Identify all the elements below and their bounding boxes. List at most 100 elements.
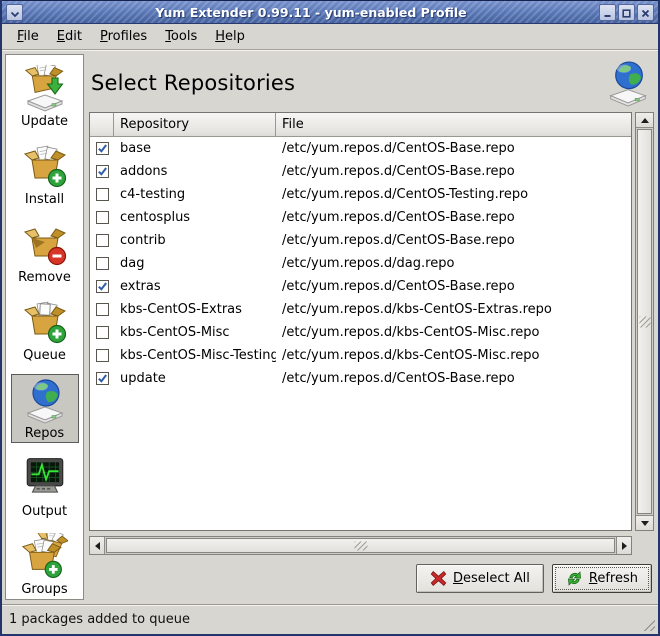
repo-name-cell: contrib — [114, 233, 276, 248]
menu-edit[interactable]: Edit — [48, 26, 91, 47]
table-header-row: Repository File — [90, 113, 631, 137]
sidebar-item-output[interactable]: Output — [11, 452, 79, 521]
resize-grip-icon[interactable] — [641, 617, 655, 631]
scroll-left-button[interactable] — [90, 537, 105, 554]
page-title: Select Repositories — [91, 71, 295, 95]
repo-row[interactable]: base/etc/yum.repos.d/CentOS-Base.repo — [90, 137, 631, 160]
repo-checkbox-cell — [90, 372, 114, 385]
sidebar-item-groups[interactable]: Groups — [11, 530, 79, 599]
column-header-repository[interactable]: Repository — [114, 113, 276, 137]
sidebar-item-label: Remove — [18, 270, 71, 285]
groups-icon — [22, 533, 68, 580]
repo-file-cell: /etc/yum.repos.d/CentOS-Base.repo — [276, 164, 631, 179]
repo-row[interactable]: centosplus/etc/yum.repos.d/CentOS-Base.r… — [90, 206, 631, 229]
scroll-up-button[interactable] — [636, 113, 653, 128]
repo-file-cell: /etc/yum.repos.d/CentOS-Base.repo — [276, 371, 631, 386]
window-menu-button[interactable] — [6, 4, 23, 21]
repo-row[interactable]: c4-testing/etc/yum.repos.d/CentOS-Testin… — [90, 183, 631, 206]
sidebar-item-label: Update — [21, 114, 68, 129]
repo-row[interactable]: extras/etc/yum.repos.d/CentOS-Base.repo — [90, 275, 631, 298]
repo-checkbox[interactable] — [96, 257, 109, 270]
refresh-button[interactable]: Refresh — [552, 564, 652, 593]
sidebar-item-label: Groups — [21, 582, 67, 597]
minimize-button[interactable] — [599, 4, 616, 21]
horizontal-scrollbar[interactable] — [89, 536, 632, 555]
sidebar-item-remove[interactable]: Remove — [11, 218, 79, 287]
repo-checkbox-cell — [90, 349, 114, 362]
repo-name-cell: c4-testing — [114, 187, 276, 202]
repo-name-cell: update — [114, 371, 276, 386]
content: Update Install Remove Queue Repos Output Group… — [2, 50, 658, 604]
repo-file-cell: /etc/yum.repos.d/CentOS-Base.repo — [276, 141, 631, 156]
sidebar-item-repos[interactable]: Repos — [11, 374, 79, 443]
repo-row[interactable]: kbs-CentOS-Extras/etc/yum.repos.d/kbs-Ce… — [90, 298, 631, 321]
refresh-icon — [566, 570, 583, 587]
repo-checkbox[interactable] — [96, 211, 109, 224]
repo-row[interactable]: contrib/etc/yum.repos.d/CentOS-Base.repo — [90, 229, 631, 252]
horizontal-scrollbar-thumb[interactable] — [106, 538, 615, 553]
button-label: Deselect All — [453, 571, 530, 586]
sidebar-item-install[interactable]: Install — [11, 140, 79, 209]
status-text: 1 packages added to queue — [9, 612, 190, 627]
repo-checkbox[interactable] — [96, 326, 109, 339]
scroll-down-button[interactable] — [636, 515, 653, 530]
button-label: Refresh — [589, 571, 638, 586]
repo-checkbox[interactable] — [96, 349, 109, 362]
repo-row[interactable]: kbs-CentOS-Misc/etc/yum.repos.d/kbs-Cent… — [90, 321, 631, 344]
deselect-all-button[interactable]: Deselect All — [416, 564, 544, 593]
repo-file-cell: /etc/yum.repos.d/kbs-CentOS-Extras.repo — [276, 302, 631, 317]
scroll-right-button[interactable] — [616, 537, 631, 554]
menu-help[interactable]: Help — [206, 26, 254, 47]
yum-extender-window: Yum Extender 0.99.11 - yum-enabled Profi… — [0, 0, 660, 636]
menu-profiles[interactable]: Profiles — [91, 26, 156, 47]
repo-checkbox[interactable] — [96, 372, 109, 385]
vertical-scrollbar[interactable] — [635, 112, 654, 531]
repo-checkbox[interactable] — [96, 280, 109, 293]
main-panel: Select Repositories Repository File base… — [89, 54, 654, 600]
repo-checkbox[interactable] — [96, 303, 109, 316]
close-button[interactable] — [637, 4, 654, 21]
main-header: Select Repositories — [89, 54, 654, 112]
repo-file-cell: /etc/yum.repos.d/kbs-CentOS-Misc.repo — [276, 348, 631, 363]
repo-row[interactable]: dag/etc/yum.repos.d/dag.repo — [90, 252, 631, 275]
column-header-checkbox[interactable] — [90, 113, 114, 137]
repo-file-cell: /etc/yum.repos.d/CentOS-Base.repo — [276, 210, 631, 225]
sidebar-item-queue[interactable]: Queue — [11, 296, 79, 365]
maximize-button[interactable] — [618, 4, 635, 21]
window-title: Yum Extender 0.99.11 - yum-enabled Profi… — [23, 5, 599, 20]
repo-checkbox[interactable] — [96, 142, 109, 155]
repo-checkbox-cell — [90, 326, 114, 339]
menu-tools[interactable]: Tools — [156, 26, 206, 47]
repo-file-cell: /etc/yum.repos.d/dag.repo — [276, 256, 631, 271]
repo-file-cell: /etc/yum.repos.d/CentOS-Base.repo — [276, 233, 631, 248]
repo-name-cell: kbs-CentOS-Misc-Testing — [114, 348, 276, 363]
arrow-down-icon — [641, 521, 649, 526]
titlebar[interactable]: Yum Extender 0.99.11 - yum-enabled Profi… — [2, 0, 658, 24]
sidebar-item-update[interactable]: Update — [11, 62, 79, 131]
repo-name-cell: addons — [114, 164, 276, 179]
statusbar: 1 packages added to queue — [2, 604, 658, 634]
arrow-up-icon — [641, 118, 649, 123]
repo-checkbox-cell — [90, 303, 114, 316]
chevron-down-icon — [10, 3, 20, 22]
repo-checkbox[interactable] — [96, 234, 109, 247]
repos-icon — [22, 377, 68, 424]
repo-file-cell: /etc/yum.repos.d/kbs-CentOS-Misc.repo — [276, 325, 631, 340]
arrow-left-icon — [95, 542, 100, 550]
repo-checkbox[interactable] — [96, 188, 109, 201]
repo-row[interactable]: update/etc/yum.repos.d/CentOS-Base.repo — [90, 367, 631, 390]
column-header-file[interactable]: File — [276, 113, 631, 137]
repo-row[interactable]: addons/etc/yum.repos.d/CentOS-Base.repo — [90, 160, 631, 183]
menu-file[interactable]: File — [8, 26, 48, 47]
sidebar-item-label: Output — [22, 504, 67, 519]
repo-checkbox-cell — [90, 211, 114, 224]
output-icon — [22, 455, 68, 502]
sidebar-item-label: Repos — [25, 426, 64, 441]
repo-checkbox-cell — [90, 165, 114, 178]
repo-checkbox[interactable] — [96, 165, 109, 178]
repo-name-cell: base — [114, 141, 276, 156]
vertical-scrollbar-thumb[interactable] — [637, 129, 652, 514]
repo-file-cell: /etc/yum.repos.d/CentOS-Base.repo — [276, 279, 631, 294]
repo-row[interactable]: kbs-CentOS-Misc-Testing/etc/yum.repos.d/… — [90, 344, 631, 367]
install-icon — [22, 143, 68, 190]
